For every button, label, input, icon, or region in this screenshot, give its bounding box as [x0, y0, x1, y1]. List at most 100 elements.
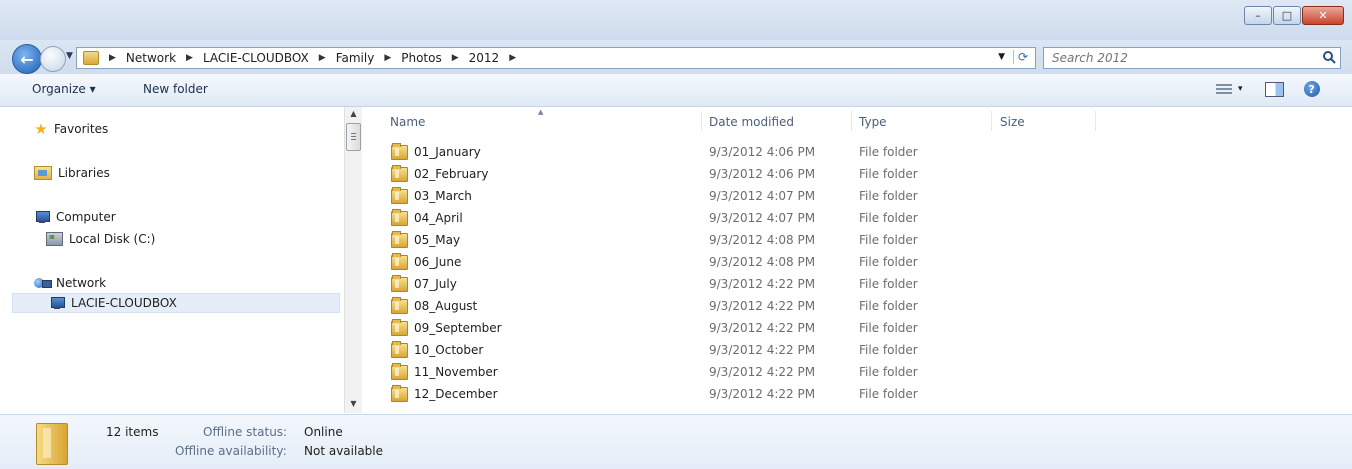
new-folder-button[interactable]: New folder — [143, 82, 208, 96]
organize-button[interactable]: Organize ▾ — [32, 82, 96, 96]
help-icon[interactable]: ? — [1303, 81, 1320, 97]
view-list-icon[interactable] — [1216, 82, 1232, 96]
view-menu-arrow[interactable]: ▾ — [1238, 84, 1243, 94]
file-row[interactable]: 08_August 9/3/2012 4:22 PM File folder — [362, 295, 1352, 317]
nav-computer[interactable]: Computer — [34, 207, 116, 227]
navigation-scrollbar[interactable]: ▲ ▼ — [344, 107, 362, 413]
scroll-down-arrow[interactable]: ▼ — [345, 399, 362, 411]
file-row[interactable]: 12_December 9/3/2012 4:22 PM File folder — [362, 383, 1352, 405]
search-icon[interactable] — [1322, 50, 1336, 64]
refresh-icon[interactable]: ⟳ — [1013, 50, 1032, 64]
file-type: File folder — [859, 167, 918, 181]
file-type: File folder — [859, 321, 918, 335]
breadcrumb-photos[interactable]: Photos — [401, 51, 441, 65]
column-divider[interactable] — [851, 111, 852, 131]
file-type: File folder — [859, 189, 918, 203]
maximize-button[interactable]: □ — [1273, 6, 1301, 25]
offline-status-label: Offline status: — [203, 425, 288, 439]
file-row[interactable]: 06_June 9/3/2012 4:08 PM File folder — [362, 251, 1352, 273]
file-type: File folder — [859, 145, 918, 159]
scroll-up-arrow[interactable]: ▲ — [345, 109, 362, 121]
sort-ascending-icon: ▲ — [538, 108, 544, 116]
details-pane: 12 items Offline status: Online Offline … — [0, 414, 1352, 469]
folder-icon — [391, 209, 408, 226]
nav-network[interactable]: Network — [34, 273, 106, 293]
chevron-right-icon[interactable]: ▶ — [186, 53, 193, 63]
chevron-right-icon[interactable]: ▶ — [509, 53, 516, 63]
folder-icon — [391, 231, 408, 248]
nav-local-disk-label: Local Disk (C:) — [69, 232, 156, 246]
chevron-right-icon[interactable]: ▶ — [319, 53, 326, 63]
nav-libraries-label: Libraries — [58, 166, 110, 180]
folder-icon — [391, 297, 408, 314]
file-type: File folder — [859, 387, 918, 401]
file-row[interactable]: 05_May 9/3/2012 4:08 PM File folder — [362, 229, 1352, 251]
file-date: 9/3/2012 4:22 PM — [709, 343, 816, 357]
file-date: 9/3/2012 4:06 PM — [709, 145, 816, 159]
file-row[interactable]: 03_March 9/3/2012 4:07 PM File folder — [362, 185, 1352, 207]
minimize-button[interactable]: – — [1244, 6, 1272, 25]
back-button[interactable]: ← — [12, 44, 42, 74]
file-name: 02_February — [414, 167, 489, 181]
file-name: 11_November — [414, 365, 498, 379]
column-divider[interactable] — [701, 111, 702, 131]
folder-icon — [83, 51, 99, 65]
file-type: File folder — [859, 277, 918, 291]
offline-availability-value: Not available — [304, 444, 384, 458]
scroll-thumb[interactable] — [346, 123, 361, 151]
recent-pages-dropdown[interactable]: ▼ — [66, 51, 73, 61]
breadcrumb-2012[interactable]: 2012 — [469, 51, 500, 65]
file-row[interactable]: 11_November 9/3/2012 4:22 PM File folder — [362, 361, 1352, 383]
file-row[interactable]: 04_April 9/3/2012 4:07 PM File folder — [362, 207, 1352, 229]
file-name: 08_August — [414, 299, 478, 313]
window-controls: – □ ✕ — [1243, 6, 1344, 25]
view-options: ▾ ? — [1216, 81, 1320, 97]
address-history-dropdown[interactable]: ▼ — [998, 52, 1005, 62]
breadcrumb-network[interactable]: Network — [126, 51, 176, 65]
search-input[interactable] — [1044, 48, 1314, 68]
file-name: 06_June — [414, 255, 462, 269]
forward-button[interactable] — [40, 46, 66, 72]
column-size[interactable]: Size — [1000, 115, 1025, 129]
file-date: 9/3/2012 4:22 PM — [709, 387, 816, 401]
libraries-icon — [34, 166, 52, 180]
file-name: 12_December — [414, 387, 498, 401]
search-box — [1043, 47, 1341, 69]
folder-icon — [391, 275, 408, 292]
nav-network-label: Network — [56, 276, 107, 290]
nav-local-disk[interactable]: Local Disk (C:) — [46, 229, 155, 249]
file-row[interactable]: 10_October 9/3/2012 4:22 PM File folder — [362, 339, 1352, 361]
nav-lacie-cloudbox[interactable]: LACIE-CLOUDBOX — [12, 293, 340, 313]
command-bar: Organize ▾ New folder ▾ ? — [0, 74, 1352, 107]
nav-favorites[interactable]: ★ Favorites — [34, 119, 108, 139]
file-type: File folder — [859, 211, 918, 225]
breadcrumb-lacie-cloudbox[interactable]: LACIE-CLOUDBOX — [203, 51, 309, 65]
nav-favorites-label: Favorites — [54, 122, 109, 136]
column-divider[interactable] — [1095, 111, 1096, 131]
preview-pane-icon[interactable] — [1264, 81, 1284, 97]
computer-icon — [34, 211, 50, 223]
file-row[interactable]: 01_January 9/3/2012 4:06 PM File folder — [362, 141, 1352, 163]
breadcrumb-family[interactable]: Family — [336, 51, 375, 65]
close-button[interactable]: ✕ — [1302, 6, 1344, 25]
file-type: File folder — [859, 365, 918, 379]
file-name: 03_March — [414, 189, 472, 203]
file-row[interactable]: 09_September 9/3/2012 4:22 PM File folde… — [362, 317, 1352, 339]
file-row[interactable]: 02_February 9/3/2012 4:06 PM File folder — [362, 163, 1352, 185]
chevron-right-icon[interactable]: ▶ — [452, 53, 459, 63]
column-name[interactable]: Name — [390, 115, 425, 129]
column-divider[interactable] — [991, 111, 992, 131]
column-date-modified[interactable]: Date modified — [709, 115, 794, 129]
back-arrow-icon: ← — [20, 49, 34, 69]
chevron-right-icon[interactable]: ▶ — [384, 53, 391, 63]
file-row[interactable]: 07_July 9/3/2012 4:22 PM File folder — [362, 273, 1352, 295]
folder-icon — [391, 187, 408, 204]
chevron-right-icon[interactable]: ▶ — [109, 53, 116, 63]
file-date: 9/3/2012 4:06 PM — [709, 167, 816, 181]
nav-libraries[interactable]: Libraries — [34, 163, 110, 183]
file-type: File folder — [859, 343, 918, 357]
folder-icon — [391, 363, 408, 380]
address-bar[interactable]: ▶ Network ▶ LACIE-CLOUDBOX ▶ Family ▶ Ph… — [76, 47, 1036, 69]
column-type[interactable]: Type — [859, 115, 887, 129]
file-name: 07_July — [414, 277, 457, 291]
